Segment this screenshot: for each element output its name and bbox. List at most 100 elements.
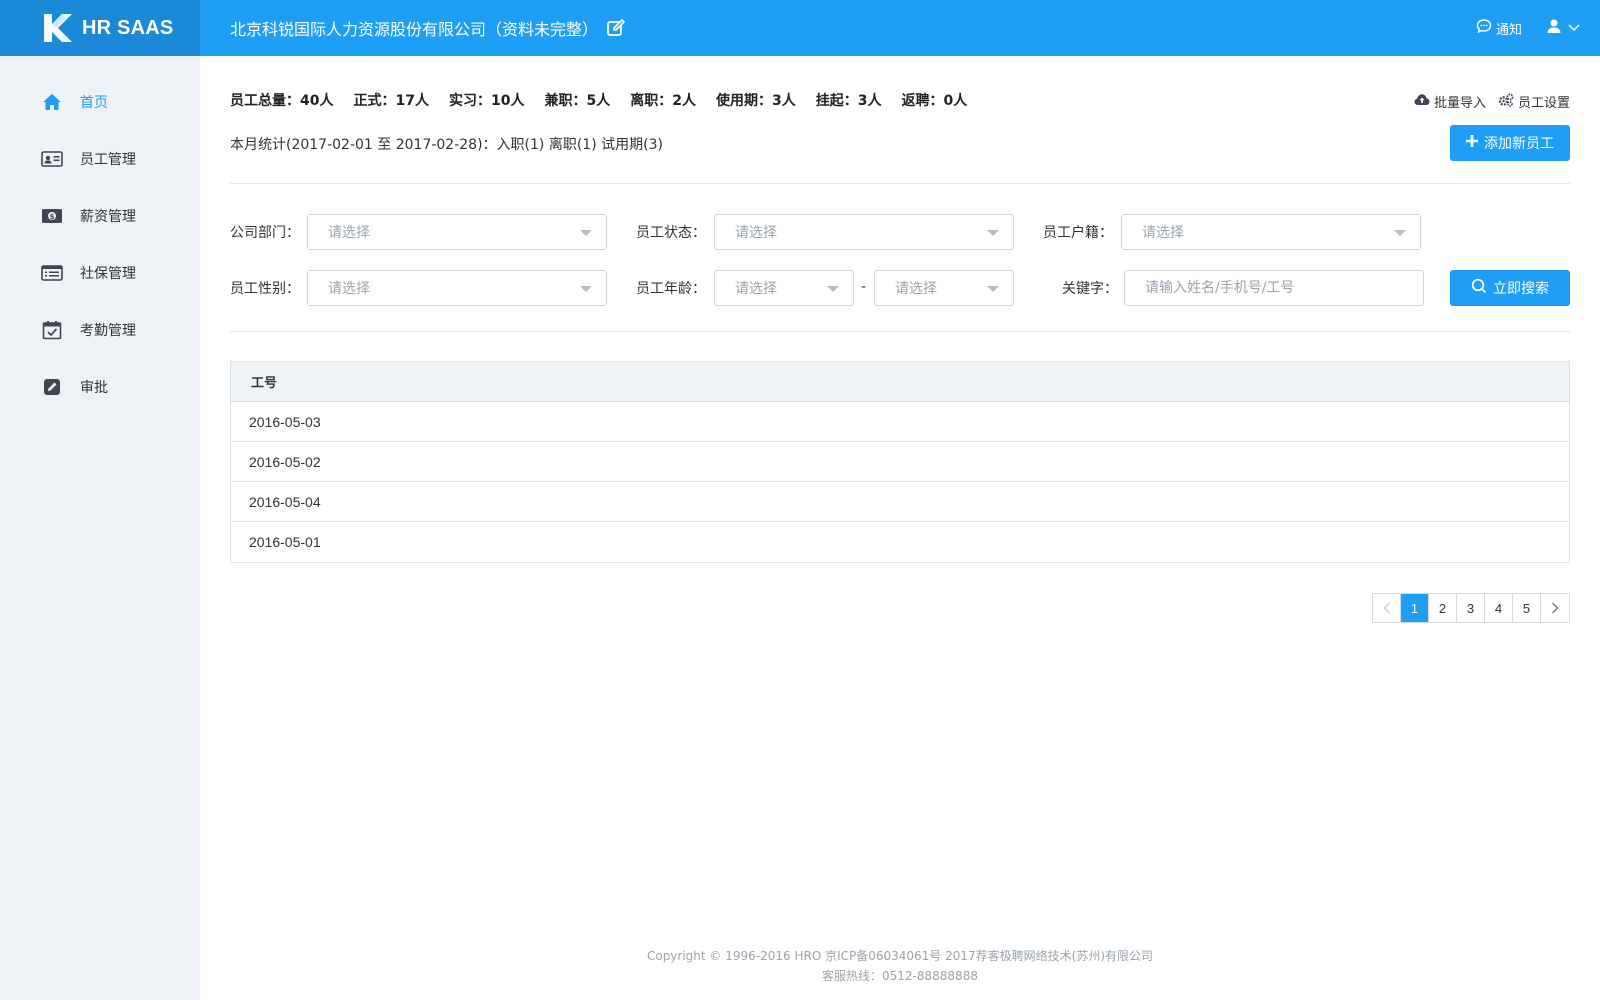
plus-icon	[1466, 135, 1478, 151]
sidebar: 首页 员工管理 $ 薪资管理 社保管理 考勤管理 审批	[0, 56, 200, 1000]
page-button-4[interactable]: 4	[1485, 594, 1513, 622]
company-name: 北京科锐国际人力资源股份有限公司（资料未完整）	[230, 0, 626, 56]
edit-icon	[40, 375, 64, 399]
table-row[interactable]: 2016-05-01	[231, 522, 1569, 562]
divider	[230, 183, 1570, 184]
sidebar-item-home[interactable]: 首页	[0, 73, 200, 130]
month-stats: 本月统计(2017-02-01 至 2017-02-28)：入职(1) 离职(1…	[230, 137, 663, 153]
page-button-1[interactable]: 1	[1401, 594, 1429, 622]
sidebar-item-label: 考勤管理	[80, 322, 136, 339]
chevron-down-icon	[1568, 21, 1580, 36]
department-select[interactable]: 请选择	[307, 214, 607, 250]
employee-settings-link[interactable]: 员工设置	[1498, 92, 1570, 111]
sidebar-item-label: 员工管理	[80, 151, 136, 168]
table-row[interactable]: 2016-05-04	[231, 482, 1569, 522]
select-placeholder: 请选择	[328, 281, 370, 297]
page-button-2[interactable]: 2	[1429, 594, 1457, 622]
caret-down-icon	[1394, 230, 1406, 236]
user-menu[interactable]	[1546, 18, 1580, 38]
age-max-select[interactable]: 请选择	[874, 270, 1014, 306]
prev-page-button[interactable]	[1373, 594, 1401, 622]
gears-icon	[1498, 93, 1514, 111]
table-row[interactable]: 2016-05-02	[231, 442, 1569, 482]
caret-down-icon	[580, 230, 592, 236]
chat-bubble-icon	[1476, 18, 1492, 38]
stat-formal: 正式：17人	[353, 93, 429, 109]
batch-import-link[interactable]: 批量导入	[1414, 92, 1486, 111]
select-placeholder: 请选择	[735, 225, 777, 241]
age-label: 员工年龄：	[636, 281, 706, 297]
stat-left: 离职：2人	[630, 93, 696, 109]
select-placeholder: 请选择	[895, 281, 937, 297]
svg-text:$: $	[50, 213, 55, 221]
status-select[interactable]: 请选择	[714, 214, 1014, 250]
notify-button[interactable]: 通知	[1476, 18, 1522, 38]
keyword-label: 关键字：	[1062, 281, 1118, 297]
table-header-id: 工号	[231, 362, 1569, 402]
status-label: 员工状态：	[636, 225, 706, 241]
page-button-5[interactable]: 5	[1513, 594, 1541, 622]
search-label: 立即搜索	[1493, 281, 1549, 297]
keyword-input[interactable]	[1124, 270, 1424, 306]
gender-select[interactable]: 请选择	[307, 270, 607, 306]
sidebar-item-social-security[interactable]: 社保管理	[0, 244, 200, 301]
sidebar-item-label: 社保管理	[80, 265, 136, 282]
divider	[230, 331, 1570, 332]
chevron-left-icon	[1383, 602, 1390, 614]
stat-total: 员工总量：40人	[230, 93, 334, 109]
logo-mark-icon	[40, 12, 78, 44]
add-employee-label: 添加新员工	[1484, 136, 1554, 152]
user-icon	[1546, 18, 1562, 38]
top-right-actions: 通知	[1476, 0, 1580, 56]
search-icon	[1471, 278, 1487, 298]
company-name-text: 北京科锐国际人力资源股份有限公司（资料未完整）	[230, 20, 599, 39]
footer-copyright: Copyright © 1996-2016 HRO 京ICP备06034061号…	[646, 949, 1154, 963]
hukou-label: 员工户籍：	[1043, 225, 1113, 241]
age-separator: -	[861, 279, 867, 295]
footer-hotline: 客服热线：0512-88888888	[822, 969, 978, 983]
sidebar-item-label: 薪资管理	[80, 208, 136, 225]
home-icon	[40, 90, 64, 114]
stat-intern: 实习：10人	[448, 93, 525, 109]
employee-table: 工号 2016-05-03 2016-05-02 2016-05-04 2016…	[230, 361, 1570, 563]
page-button-3[interactable]: 3	[1457, 594, 1485, 622]
search-button[interactable]: 立即搜索	[1450, 270, 1570, 306]
next-page-button[interactable]	[1541, 594, 1569, 622]
caret-down-icon	[987, 230, 999, 236]
top-bar: HR SAAS 北京科锐国际人力资源股份有限公司（资料未完整） 通知	[0, 0, 1600, 56]
logo-text: HR SAAS	[82, 16, 174, 39]
stat-rehired: 返聘：0人	[901, 93, 968, 109]
calendar-check-icon	[40, 318, 64, 342]
sidebar-item-approval[interactable]: 审批	[0, 358, 200, 415]
stat-parttime: 兼职：5人	[544, 93, 611, 109]
sidebar-item-salary[interactable]: $ 薪资管理	[0, 187, 200, 244]
stat-probation: 使用期：3人	[715, 93, 796, 109]
batch-import-label: 批量导入	[1433, 96, 1486, 111]
age-min-select[interactable]: 请选择	[714, 270, 854, 306]
sidebar-item-label: 首页	[80, 94, 108, 111]
department-label: 公司部门：	[230, 225, 300, 241]
cloud-upload-icon	[1414, 93, 1430, 110]
employee-stats: 员工总量：40人 正式：17人 实习：10人 兼职：5人 离职：2人 使用期：3…	[230, 90, 967, 110]
caret-down-icon	[580, 286, 592, 292]
id-card-icon	[40, 147, 64, 171]
money-icon: $	[40, 204, 64, 228]
select-placeholder: 请选择	[735, 281, 777, 297]
table-row[interactable]: 2016-05-03	[231, 402, 1569, 442]
gender-label: 员工性别：	[230, 281, 300, 297]
add-employee-button[interactable]: 添加新员工	[1450, 125, 1570, 161]
main-content: 员工总量：40人 正式：17人 实习：10人 兼职：5人 离职：2人 使用期：3…	[200, 56, 1600, 1000]
chevron-right-icon	[1552, 602, 1559, 614]
quick-links: 批量导入 员工设置	[1414, 92, 1570, 111]
edit-company-icon[interactable]	[606, 18, 626, 38]
hukou-select[interactable]: 请选择	[1121, 214, 1421, 250]
notify-label: 通知	[1495, 22, 1522, 38]
sidebar-item-label: 审批	[80, 379, 108, 396]
caret-down-icon	[987, 286, 999, 292]
pagination: 1 2 3 4 5	[1372, 593, 1570, 623]
select-placeholder: 请选择	[1142, 225, 1184, 241]
sidebar-item-employee[interactable]: 员工管理	[0, 130, 200, 187]
sidebar-item-attendance[interactable]: 考勤管理	[0, 301, 200, 358]
logo[interactable]: HR SAAS	[0, 0, 200, 56]
sidebar-nav: 首页 员工管理 $ 薪资管理 社保管理 考勤管理 审批	[0, 56, 200, 415]
